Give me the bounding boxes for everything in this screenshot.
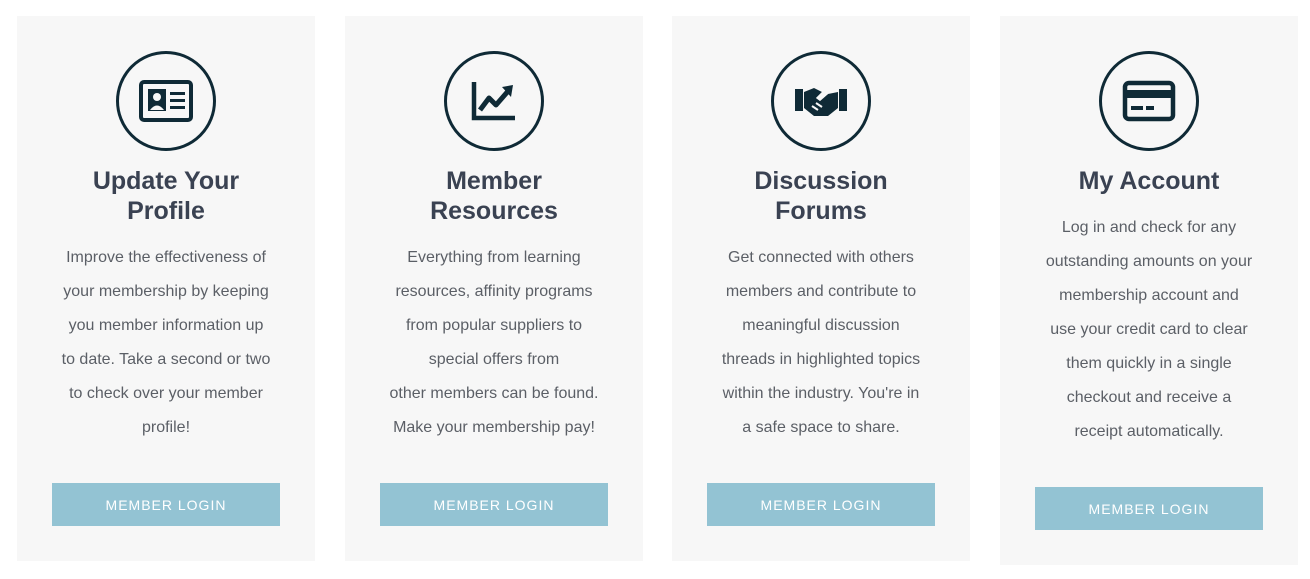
card-description: Everything from learning resources, affi… bbox=[389, 249, 599, 436]
card-discussion-forums: Discussion Forums Get connected with oth… bbox=[672, 16, 970, 561]
member-features-section: Update Your Profile Improve the effectiv… bbox=[0, 0, 1310, 579]
id-card-icon bbox=[116, 51, 216, 151]
card-title: Discussion Forums bbox=[754, 167, 888, 225]
card-title: Update Your Profile bbox=[92, 167, 240, 225]
member-login-button[interactable]: MEMBER LOGIN bbox=[707, 483, 935, 526]
member-login-button[interactable]: MEMBER LOGIN bbox=[380, 483, 608, 526]
chart-trend-icon bbox=[444, 51, 544, 151]
card-description: Improve the effectiveness of your member… bbox=[61, 249, 271, 436]
card-update-profile: Update Your Profile Improve the effectiv… bbox=[17, 16, 315, 561]
member-login-button[interactable]: MEMBER LOGIN bbox=[52, 483, 280, 526]
card-title: Member Resources bbox=[430, 167, 558, 225]
card-member-resources: Member Resources Everything from learnin… bbox=[345, 16, 643, 561]
card-description: Get connected with others members and co… bbox=[721, 249, 921, 436]
credit-card-icon bbox=[1099, 51, 1199, 151]
card-title: My Account bbox=[1078, 167, 1220, 195]
card-description: Log in and check for any outstanding amo… bbox=[1045, 219, 1253, 440]
member-login-button[interactable]: MEMBER LOGIN bbox=[1035, 487, 1263, 530]
card-my-account: My Account Log in and check for any outs… bbox=[1000, 16, 1298, 565]
handshake-icon bbox=[771, 51, 871, 151]
